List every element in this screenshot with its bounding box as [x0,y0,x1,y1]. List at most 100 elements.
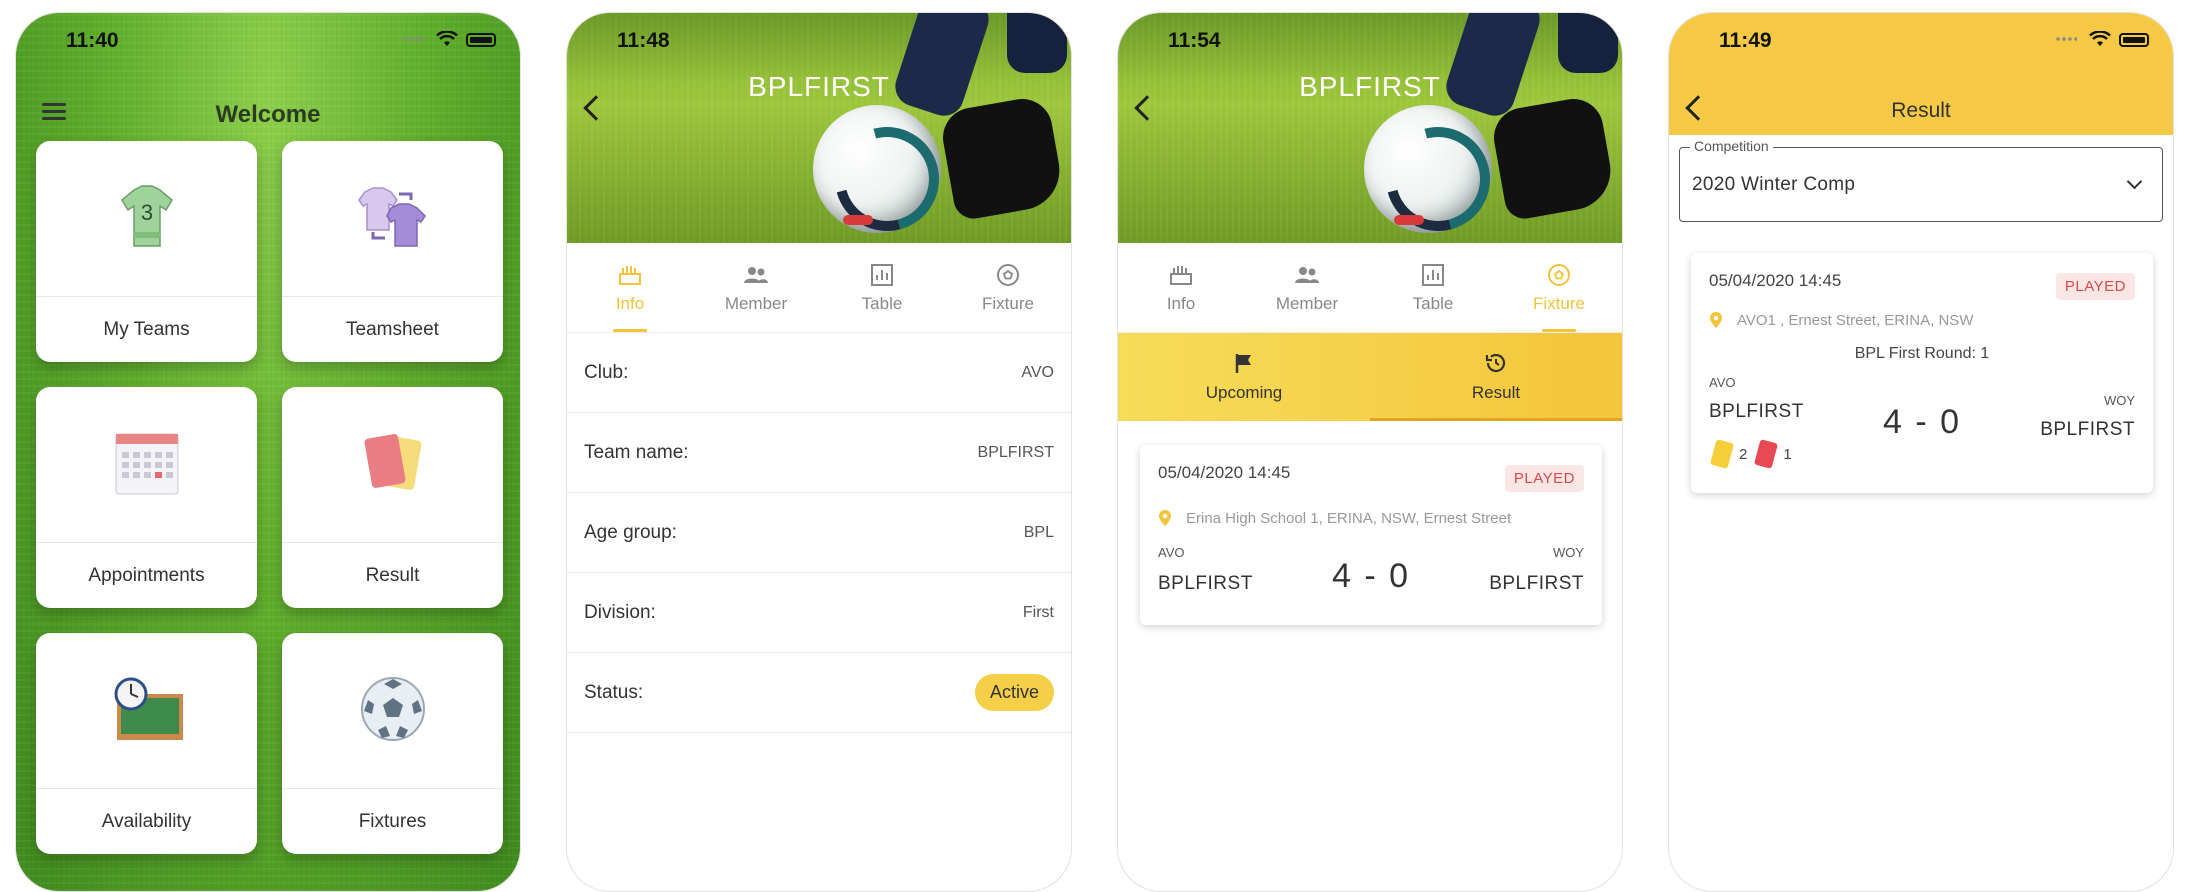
tab-bar: Info Member Table Fixture [1118,243,1622,333]
status-bar: 11:54 [1118,13,1622,69]
match-location: Erina High School 1, ERINA, NSW, Ernest … [1158,509,1511,527]
swap-shirts-icon [282,177,503,257]
tile-label: My Teams [36,296,257,362]
location-text: AVO1 , Ernest Street, ERINA, NSW [1737,311,1974,329]
clock-board-icon [36,669,257,749]
wifi-icon [436,31,458,46]
flag-icon [1232,351,1256,375]
people-icon [1294,262,1320,288]
jersey-icon: 3 [36,177,257,257]
calendar-icon [36,423,257,503]
stadium-icon [617,262,643,288]
row-key: Team name: [584,441,689,463]
tile-label: Teamsheet [282,296,503,362]
people-icon [743,262,769,288]
tab-info[interactable]: Info [1118,243,1244,332]
tab-member[interactable]: Member [693,243,819,332]
hero-image-part [938,94,1066,222]
signal-dots-icon [402,37,424,41]
status-time: 11:54 [1168,29,1221,52]
tab-bar: Info Member Table Fixture [567,243,1071,333]
bar-chart-icon [869,262,895,288]
tab-table[interactable]: Table [819,243,945,332]
row-key: Status: [584,681,644,703]
row-key: Age group: [584,521,677,543]
tile-appointments[interactable]: Appointments [36,387,257,608]
status-badge: Active [974,674,1054,711]
cards-icon [282,423,503,503]
card-counts: 2 1 [1709,439,1792,469]
hero-image-part [1364,105,1492,233]
team-fixture-screen: 11:54 BPLFIRST Info Member Table Fixture… [1117,12,1623,892]
subtab-upcoming[interactable]: Upcoming [1118,333,1370,421]
tab-info[interactable]: Info [567,243,693,332]
row-value: BPL [1023,523,1054,541]
tile-label: Availability [36,788,257,854]
tab-member[interactable]: Member [1244,243,1370,332]
tab-fixture[interactable]: Fixture [945,243,1071,332]
info-row-age-group: Age group: BPL [567,493,1071,573]
bar-chart-icon [1420,262,1446,288]
tab-label: Info [1166,293,1196,313]
page-title: Result [1891,99,1951,122]
match-card[interactable]: 05/04/2020 14:45 PLAYED AVO1 , Ernest St… [1691,253,2153,493]
page-title: BPLFIRST [748,71,890,102]
ball-icon [995,262,1021,288]
tile-availability[interactable]: Availability [36,633,257,854]
location-pin-icon [1710,312,1722,328]
signal-dots-icon [2055,37,2077,41]
row-key: Club: [584,361,629,383]
sub-tab-bar: Upcoming Result [1118,333,1622,421]
away-team: BPLFIRST [2040,419,2135,440]
status-time: 11:48 [617,29,670,52]
location-pin-icon [1159,510,1171,526]
tile-teamsheet[interactable]: Teamsheet [282,141,503,362]
red-card-count: 1 [1783,445,1792,463]
competition-value: 2020 Winter Comp [1692,174,1856,195]
hero-image-part [813,105,941,233]
tab-label: Member [724,293,788,313]
info-row-division: Division: First [567,573,1071,653]
row-key: Division: [584,601,656,623]
tab-table[interactable]: Table [1370,243,1496,332]
tab-label: Fixture [1533,293,1585,313]
row-value: AVO [1021,363,1054,381]
match-date: 05/04/2020 14:45 [1158,463,1291,482]
page-title: Welcome [215,101,321,128]
tab-label: Fixture [982,293,1034,313]
tab-fixture[interactable]: Fixture [1496,243,1622,332]
subtab-label: Upcoming [1205,383,1283,402]
jersey-number: 3 [140,200,152,225]
tile-my-teams[interactable]: 3 My Teams [36,141,257,362]
match-location: AVO1 , Ernest Street, ERINA, NSW [1709,311,1973,329]
stadium-icon [1168,262,1194,288]
tab-label: Info [615,293,645,313]
home-screen: 11:40 Welcome 3 My Teams Teamsheet Appoi… [15,12,521,892]
battery-icon [2119,33,2149,47]
tile-result[interactable]: Result [282,387,503,608]
soccer-ball-icon [282,669,503,749]
match-round: BPL First Round: 1 [1854,345,1990,362]
status-badge: PLAYED [1504,465,1584,492]
info-row-status: Status: Active [567,653,1071,733]
row-value: BPLFIRST [977,443,1054,461]
match-card[interactable]: 05/04/2020 14:45 PLAYED Erina High Schoo… [1140,445,1602,625]
home-code: AVO [1709,375,1736,390]
tab-label: Table [861,293,903,313]
hero-image-part [1489,94,1617,222]
page-title: BPLFIRST [1299,71,1441,102]
status-time: 11:40 [66,29,119,52]
info-list: Club: AVO Team name: BPLFIRST Age group:… [567,333,1071,733]
history-icon [1484,351,1508,375]
tab-label: Member [1275,293,1339,313]
competition-select[interactable]: Competition 2020 Winter Comp [1679,138,2163,222]
tile-label: Fixtures [282,788,503,854]
tile-fixtures[interactable]: Fixtures [282,633,503,854]
away-team: BPLFIRST [1489,573,1584,594]
tab-label: Table [1412,293,1454,313]
subtab-result[interactable]: Result [1370,333,1622,421]
status-bar: 11:48 [567,13,1071,69]
tile-label: Result [282,542,503,608]
competition-label: Competition [1690,138,1773,154]
result-screen: Result 11:49 Competition 2020 Winter Com… [1668,12,2174,892]
